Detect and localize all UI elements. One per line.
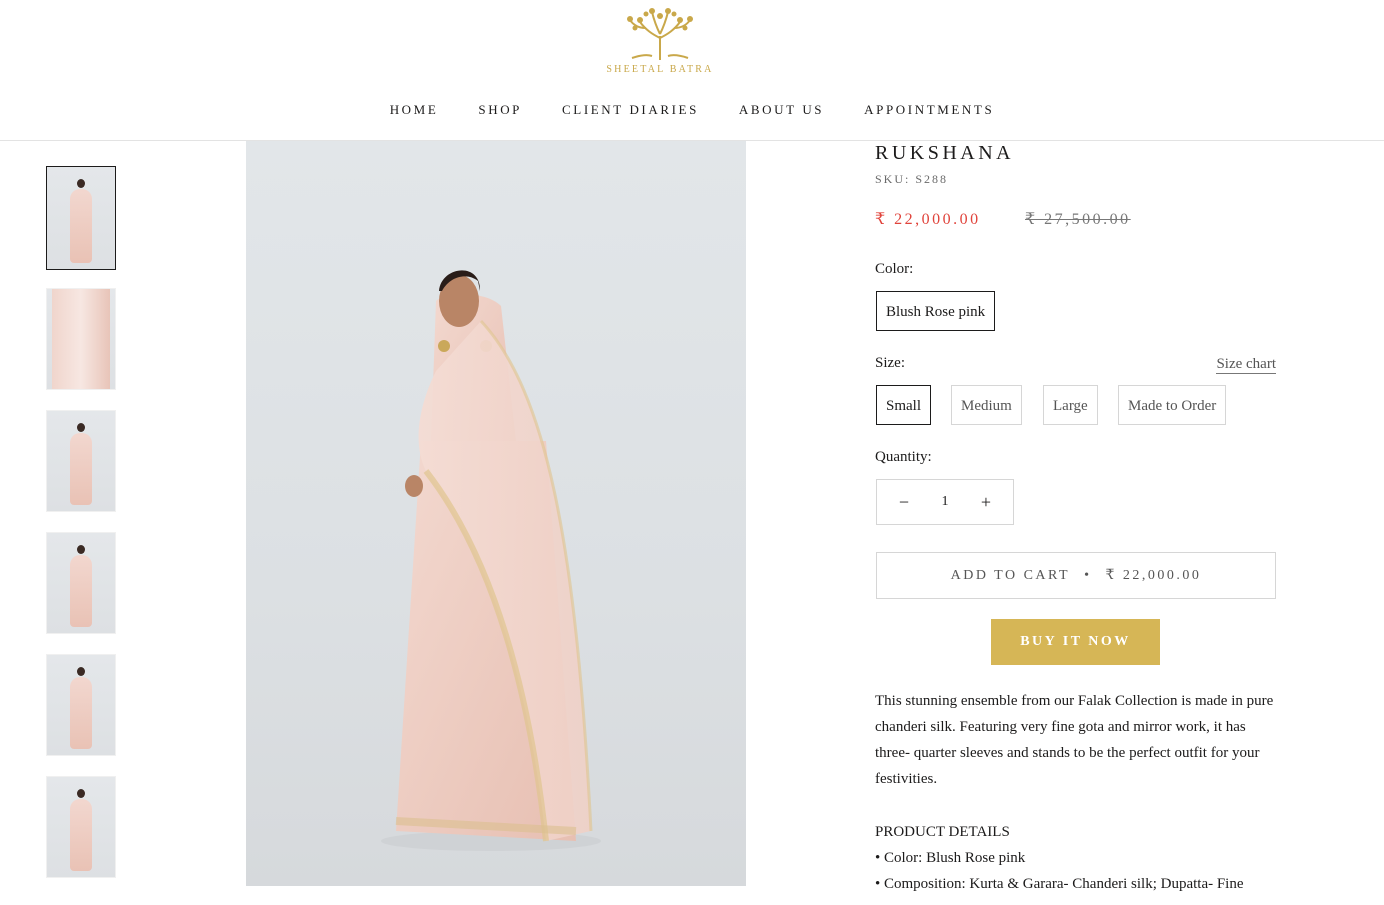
model-illustration — [381, 270, 601, 851]
add-to-cart-button[interactable]: ADD TO CART • ₹ 22,000.00 — [876, 552, 1276, 599]
thumbnail-gallery — [46, 166, 116, 898]
tree-icon — [627, 8, 693, 60]
product-title: RUKSHANA — [875, 142, 1015, 164]
color-option-blush-rose-pink[interactable]: Blush Rose pink — [876, 291, 996, 331]
product-description: This stunning ensemble from our Falak Co… — [875, 693, 1274, 787]
product-details: PRODUCT DETAILS • Color: Blush Rose pink… — [875, 819, 1275, 897]
thumbnail-4[interactable] — [46, 532, 116, 634]
color-label: Color: — [875, 261, 914, 277]
nav-about-us[interactable]: ABOUT US — [739, 102, 824, 118]
thumbnail-3[interactable] — [46, 410, 116, 512]
thumbnail-2[interactable] — [46, 288, 116, 390]
brand-logo[interactable]: SHEETAL BATRA — [598, 6, 722, 82]
add-to-cart-price: ₹ 22,000.00 — [1105, 568, 1202, 583]
nav-appointments[interactable]: APPOINTMENTS — [864, 102, 994, 118]
plus-icon[interactable]: + — [963, 480, 1009, 524]
quantity-value[interactable]: 1 — [923, 480, 967, 524]
details-heading: PRODUCT DETAILS — [875, 824, 1010, 840]
size-option-small[interactable]: Small — [876, 385, 932, 425]
detail-color: • Color: Blush Rose pink — [875, 850, 1026, 866]
sale-price: ₹ 22,000.00 — [875, 211, 981, 228]
minus-icon[interactable]: − — [881, 480, 927, 524]
quantity-stepper: − 1 + — [876, 479, 1014, 525]
thumbnail-1[interactable] — [46, 166, 116, 270]
size-option-made-to-order[interactable]: Made to Order — [1118, 385, 1227, 425]
nav-client-diaries[interactable]: CLIENT DIARIES — [562, 102, 699, 118]
compare-price: ₹ 27,500.00 — [1025, 211, 1131, 228]
add-to-cart-separator: • — [1084, 568, 1092, 583]
detail-composition: • Composition: Kurta & Garara- Chanderi … — [875, 876, 1244, 892]
site-header: SHEETAL BATRA HOME SHOP CLIENT DIARIES ABOU… — [0, 0, 1384, 141]
nav-shop[interactable]: SHOP — [478, 102, 522, 118]
add-to-cart-label: ADD TO CART — [950, 568, 1071, 583]
size-option-large[interactable]: Large — [1043, 385, 1098, 425]
nav-home[interactable]: HOME — [390, 102, 439, 118]
quantity-label: Quantity: — [875, 449, 932, 465]
main-product-image[interactable] — [246, 141, 746, 886]
size-option-medium[interactable]: Medium — [951, 385, 1022, 425]
product-sku: SKU: S288 — [875, 172, 949, 186]
main-nav: HOME SHOP CLIENT DIARIES ABOUT US APPOINTMEN… — [0, 102, 1384, 118]
size-chart-link[interactable]: Size chart — [1216, 355, 1276, 374]
thumbnail-6[interactable] — [46, 776, 116, 878]
size-label: Size: — [875, 355, 905, 371]
thumbnail-5[interactable] — [46, 654, 116, 756]
brand-name: SHEETAL BATRA — [606, 64, 714, 75]
buy-now-button[interactable]: BUY IT NOW — [991, 619, 1160, 665]
